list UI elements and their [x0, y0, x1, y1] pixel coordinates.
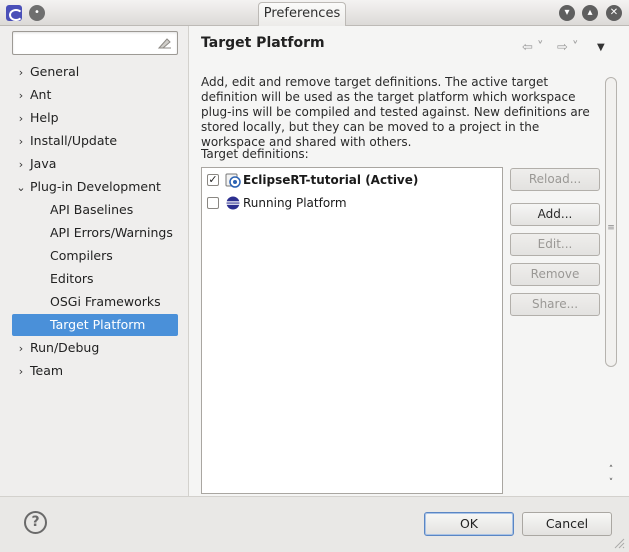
- window-menu-button[interactable]: •: [29, 5, 45, 21]
- tree-item-api-errors-warnings[interactable]: API Errors/Warnings: [12, 222, 178, 244]
- reload-button[interactable]: Reload...: [510, 168, 600, 191]
- definition-label: Running Platform: [243, 196, 347, 210]
- scroll-up-icon[interactable]: ˄: [605, 465, 617, 475]
- chevron-right-icon[interactable]: ›: [12, 154, 30, 176]
- target-definitions-list[interactable]: [201, 167, 503, 494]
- cancel-button[interactable]: Cancel: [522, 512, 612, 536]
- back-arrow-icon[interactable]: ⇦ ˅: [522, 40, 544, 55]
- target-definitions-label: Target definitions:: [201, 147, 309, 161]
- tree-item-label: Java: [30, 156, 57, 171]
- chevron-down-icon[interactable]: ⌄: [12, 177, 30, 199]
- view-menu-icon[interactable]: ▼: [597, 42, 605, 53]
- tree-item-api-baselines[interactable]: API Baselines: [12, 199, 178, 221]
- help-icon[interactable]: ?: [24, 511, 47, 534]
- tree-item-label: API Errors/Warnings: [50, 225, 173, 240]
- target-definition-icon: [225, 173, 241, 188]
- close-button[interactable]: ✕: [606, 5, 622, 21]
- tree-item-run-debug[interactable]: › Run/Debug: [12, 337, 178, 359]
- tree-item-label: Ant: [30, 87, 52, 102]
- chevron-right-icon[interactable]: ›: [12, 338, 30, 360]
- list-item-eclipsert-tutorial[interactable]: ✓ EclipseRT-tutorial (Active): [204, 169, 500, 191]
- chevron-right-icon[interactable]: ›: [12, 62, 30, 84]
- eclipse-icon: [226, 196, 240, 210]
- chevron-right-icon[interactable]: ›: [12, 108, 30, 130]
- window-title: Preferences: [258, 2, 346, 26]
- resize-grip-icon[interactable]: [613, 537, 625, 549]
- add-button[interactable]: Add...: [510, 203, 600, 226]
- clear-filter-icon[interactable]: [157, 36, 173, 50]
- tree-item-label: API Baselines: [50, 202, 134, 217]
- tree-item-label: OSGi Frameworks: [50, 294, 161, 309]
- tree-item-label: Plug-in Development: [30, 179, 161, 194]
- page-title: Target Platform: [201, 35, 325, 51]
- tree-item-label: Editors: [50, 271, 94, 286]
- filter-input[interactable]: [12, 31, 178, 55]
- tree-item-label: Run/Debug: [30, 340, 100, 355]
- scrollbar-grip-icon: ≡: [607, 223, 615, 233]
- forward-arrow-icon[interactable]: ⇨ ˅: [557, 40, 579, 55]
- tree-item-compilers[interactable]: Compilers: [12, 245, 178, 267]
- minimize-button[interactable]: ▾: [559, 5, 575, 21]
- tree-item-label: Compilers: [50, 248, 113, 263]
- scroll-down-icon[interactable]: ˅: [605, 478, 617, 488]
- tree-item-help[interactable]: › Help: [12, 107, 178, 129]
- tree-item-general[interactable]: › General: [12, 61, 178, 83]
- tree-item-plugin-development[interactable]: ⌄ Plug-in Development: [12, 176, 178, 198]
- tree-item-osgi-frameworks[interactable]: OSGi Frameworks: [12, 291, 178, 313]
- tree-item-label: Install/Update: [30, 133, 118, 148]
- tree-item-java[interactable]: › Java: [12, 153, 178, 175]
- tree-item-target-platform[interactable]: Target Platform: [12, 314, 178, 336]
- app-icon: [6, 5, 23, 21]
- maximize-button[interactable]: ▴: [582, 5, 598, 21]
- chevron-right-icon[interactable]: ›: [12, 85, 30, 107]
- tree-item-ant[interactable]: › Ant: [12, 84, 178, 106]
- checkbox-checked[interactable]: ✓: [207, 174, 219, 186]
- tree-item-editors[interactable]: Editors: [12, 268, 178, 290]
- tree-item-team[interactable]: › Team: [12, 360, 178, 382]
- chevron-right-icon[interactable]: ›: [12, 131, 30, 153]
- list-item-running-platform[interactable]: Running Platform: [204, 192, 500, 214]
- remove-button[interactable]: Remove: [510, 263, 600, 286]
- page-description: Add, edit and remove target definitions.…: [201, 75, 590, 149]
- checkbox-unchecked[interactable]: [207, 197, 219, 209]
- share-button[interactable]: Share...: [510, 293, 600, 316]
- ok-button[interactable]: OK: [424, 512, 514, 536]
- edit-button[interactable]: Edit...: [510, 233, 600, 256]
- definition-label: EclipseRT-tutorial (Active): [243, 173, 419, 187]
- tree-item-install-update[interactable]: › Install/Update: [12, 130, 178, 152]
- tree-item-label: Target Platform: [50, 317, 146, 332]
- scrollbar-thumb[interactable]: [605, 77, 617, 367]
- tree-item-label: General: [30, 64, 80, 79]
- tree-item-label: Help: [30, 110, 59, 125]
- tree-item-label: Team: [30, 363, 64, 378]
- chevron-right-icon[interactable]: ›: [12, 361, 30, 383]
